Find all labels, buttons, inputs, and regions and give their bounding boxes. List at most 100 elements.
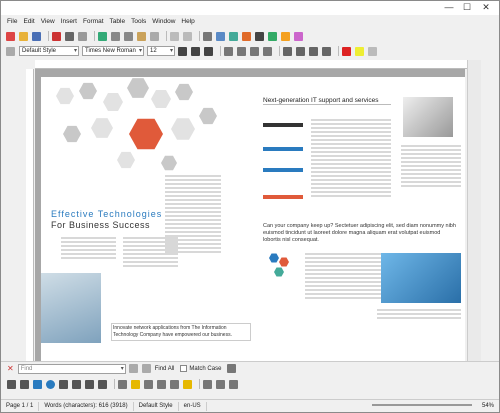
table-icon[interactable] <box>216 31 225 41</box>
italic-icon[interactable] <box>191 46 200 56</box>
close-button[interactable]: ✕ <box>477 1 495 13</box>
textbox-icon[interactable] <box>255 31 264 41</box>
hexagon-graphic <box>51 77 231 187</box>
align-right-icon[interactable] <box>250 46 259 56</box>
stars-icon[interactable] <box>183 379 192 389</box>
clone-icon[interactable] <box>150 31 159 41</box>
font-name-select[interactable]: Times New Roman <box>82 46 144 56</box>
find-previous-icon[interactable] <box>128 364 138 373</box>
maximize-button[interactable]: ☐ <box>459 1 475 13</box>
status-bar: Page 1 / 1 Words (characters): 616 (3918… <box>1 399 499 412</box>
select-icon[interactable] <box>7 379 16 389</box>
menu-insert[interactable]: Insert <box>61 18 77 25</box>
paste-icon[interactable] <box>137 31 146 41</box>
menu-view[interactable]: View <box>41 18 55 25</box>
separator <box>166 31 167 41</box>
find-toolbar: ✕ Find Find All Match Case <box>1 361 499 375</box>
vertical-ruler[interactable] <box>26 69 34 361</box>
standard-toolbar <box>1 29 499 43</box>
fontwork-icon[interactable] <box>216 379 225 389</box>
callout-shapes-icon[interactable] <box>170 379 179 389</box>
minimize-button[interactable]: — <box>441 1 457 13</box>
export-pdf-icon[interactable] <box>52 31 61 41</box>
preview-icon[interactable] <box>78 31 87 41</box>
separator <box>199 31 200 41</box>
points-icon[interactable] <box>203 379 212 389</box>
close-find-icon[interactable]: ✕ <box>7 364 14 373</box>
word-count: Words (characters): 616 (3918) <box>39 401 134 411</box>
styles-icon[interactable] <box>6 46 15 56</box>
align-left-icon[interactable] <box>224 46 233 56</box>
menu-help[interactable]: Help <box>181 18 194 25</box>
paragraph-style-select[interactable]: Default Style <box>19 46 79 56</box>
spellcheck-icon[interactable] <box>98 31 107 41</box>
new-icon[interactable] <box>6 31 15 41</box>
arrow-shapes-icon[interactable] <box>144 379 153 389</box>
line-icon[interactable] <box>20 379 29 389</box>
rectangle-icon[interactable] <box>33 379 42 389</box>
flowchart-icon[interactable] <box>157 379 166 389</box>
find-next-icon[interactable] <box>141 364 151 373</box>
text-icon[interactable] <box>85 379 94 389</box>
separator <box>220 46 221 56</box>
chart-icon[interactable] <box>242 31 251 41</box>
curve-icon[interactable] <box>72 379 81 389</box>
business-title: For Business Success <box>51 220 151 230</box>
justify-icon[interactable] <box>263 46 272 56</box>
copy-icon[interactable] <box>124 31 133 41</box>
company-slogan: Can your company keep up? Sectetuer adip… <box>263 223 456 243</box>
menu-tools[interactable]: Tools <box>131 18 146 25</box>
separator <box>94 31 95 41</box>
print-icon[interactable] <box>65 31 74 41</box>
ellipse-icon[interactable] <box>46 379 55 389</box>
menu-format[interactable]: Format <box>83 18 104 25</box>
font-color-icon[interactable] <box>342 46 351 56</box>
underline-icon[interactable] <box>204 46 213 56</box>
open-icon[interactable] <box>19 31 28 41</box>
find-all-button[interactable]: Find All <box>155 366 175 372</box>
match-case-checkbox[interactable] <box>180 365 188 372</box>
zoom-slider[interactable] <box>367 402 477 411</box>
undo-icon[interactable] <box>170 31 179 41</box>
background-color-icon[interactable] <box>368 46 377 56</box>
callout-icon[interactable] <box>98 379 107 389</box>
zoom-level: 54% <box>481 402 494 409</box>
save-icon[interactable] <box>32 31 41 41</box>
hyperlink-icon[interactable] <box>268 31 277 41</box>
title-bar: — ☐ ✕ <box>1 1 499 15</box>
highlight-icon[interactable] <box>355 46 364 56</box>
decrease-indent-icon[interactable] <box>309 46 318 56</box>
menu-edit[interactable]: Edit <box>23 18 34 25</box>
horizontal-ruler[interactable] <box>35 60 467 69</box>
separator <box>199 379 200 389</box>
menu-window[interactable]: Window <box>152 18 175 25</box>
bullets-icon[interactable] <box>296 46 305 56</box>
bold-icon[interactable] <box>178 46 187 56</box>
increase-indent-icon[interactable] <box>322 46 331 56</box>
find-replace-icon[interactable] <box>227 364 237 373</box>
menu-file[interactable]: File <box>7 18 17 25</box>
font-size-select[interactable]: 12 <box>147 46 175 56</box>
separator <box>114 379 115 389</box>
document-page[interactable]: Effective Technologies For Business Succ… <box>41 77 465 361</box>
basic-shapes-icon[interactable] <box>118 379 127 389</box>
right-text-column <box>311 119 391 199</box>
polygon-icon[interactable] <box>59 379 68 389</box>
match-case-label: Match Case <box>189 365 222 372</box>
image-icon[interactable] <box>229 31 238 41</box>
align-center-icon[interactable] <box>237 46 246 56</box>
formatting-toolbar: Default Style Times New Roman 12 <box>1 44 499 58</box>
vertical-scrollbar[interactable] <box>467 60 481 361</box>
redo-icon[interactable] <box>183 31 192 41</box>
menu-table[interactable]: Table <box>110 18 126 25</box>
symbol-shapes-icon[interactable] <box>131 379 140 389</box>
navigator-icon[interactable] <box>281 31 290 41</box>
find-icon[interactable] <box>203 31 212 41</box>
page-count: Page 1 / 1 <box>1 401 40 411</box>
extrusion-icon[interactable] <box>229 379 238 389</box>
find-input[interactable]: Find <box>17 363 126 374</box>
numbering-icon[interactable] <box>283 46 292 56</box>
document-canvas: Effective Technologies For Business Succ… <box>35 69 465 361</box>
gallery-icon[interactable] <box>294 31 303 41</box>
cut-icon[interactable] <box>111 31 120 41</box>
